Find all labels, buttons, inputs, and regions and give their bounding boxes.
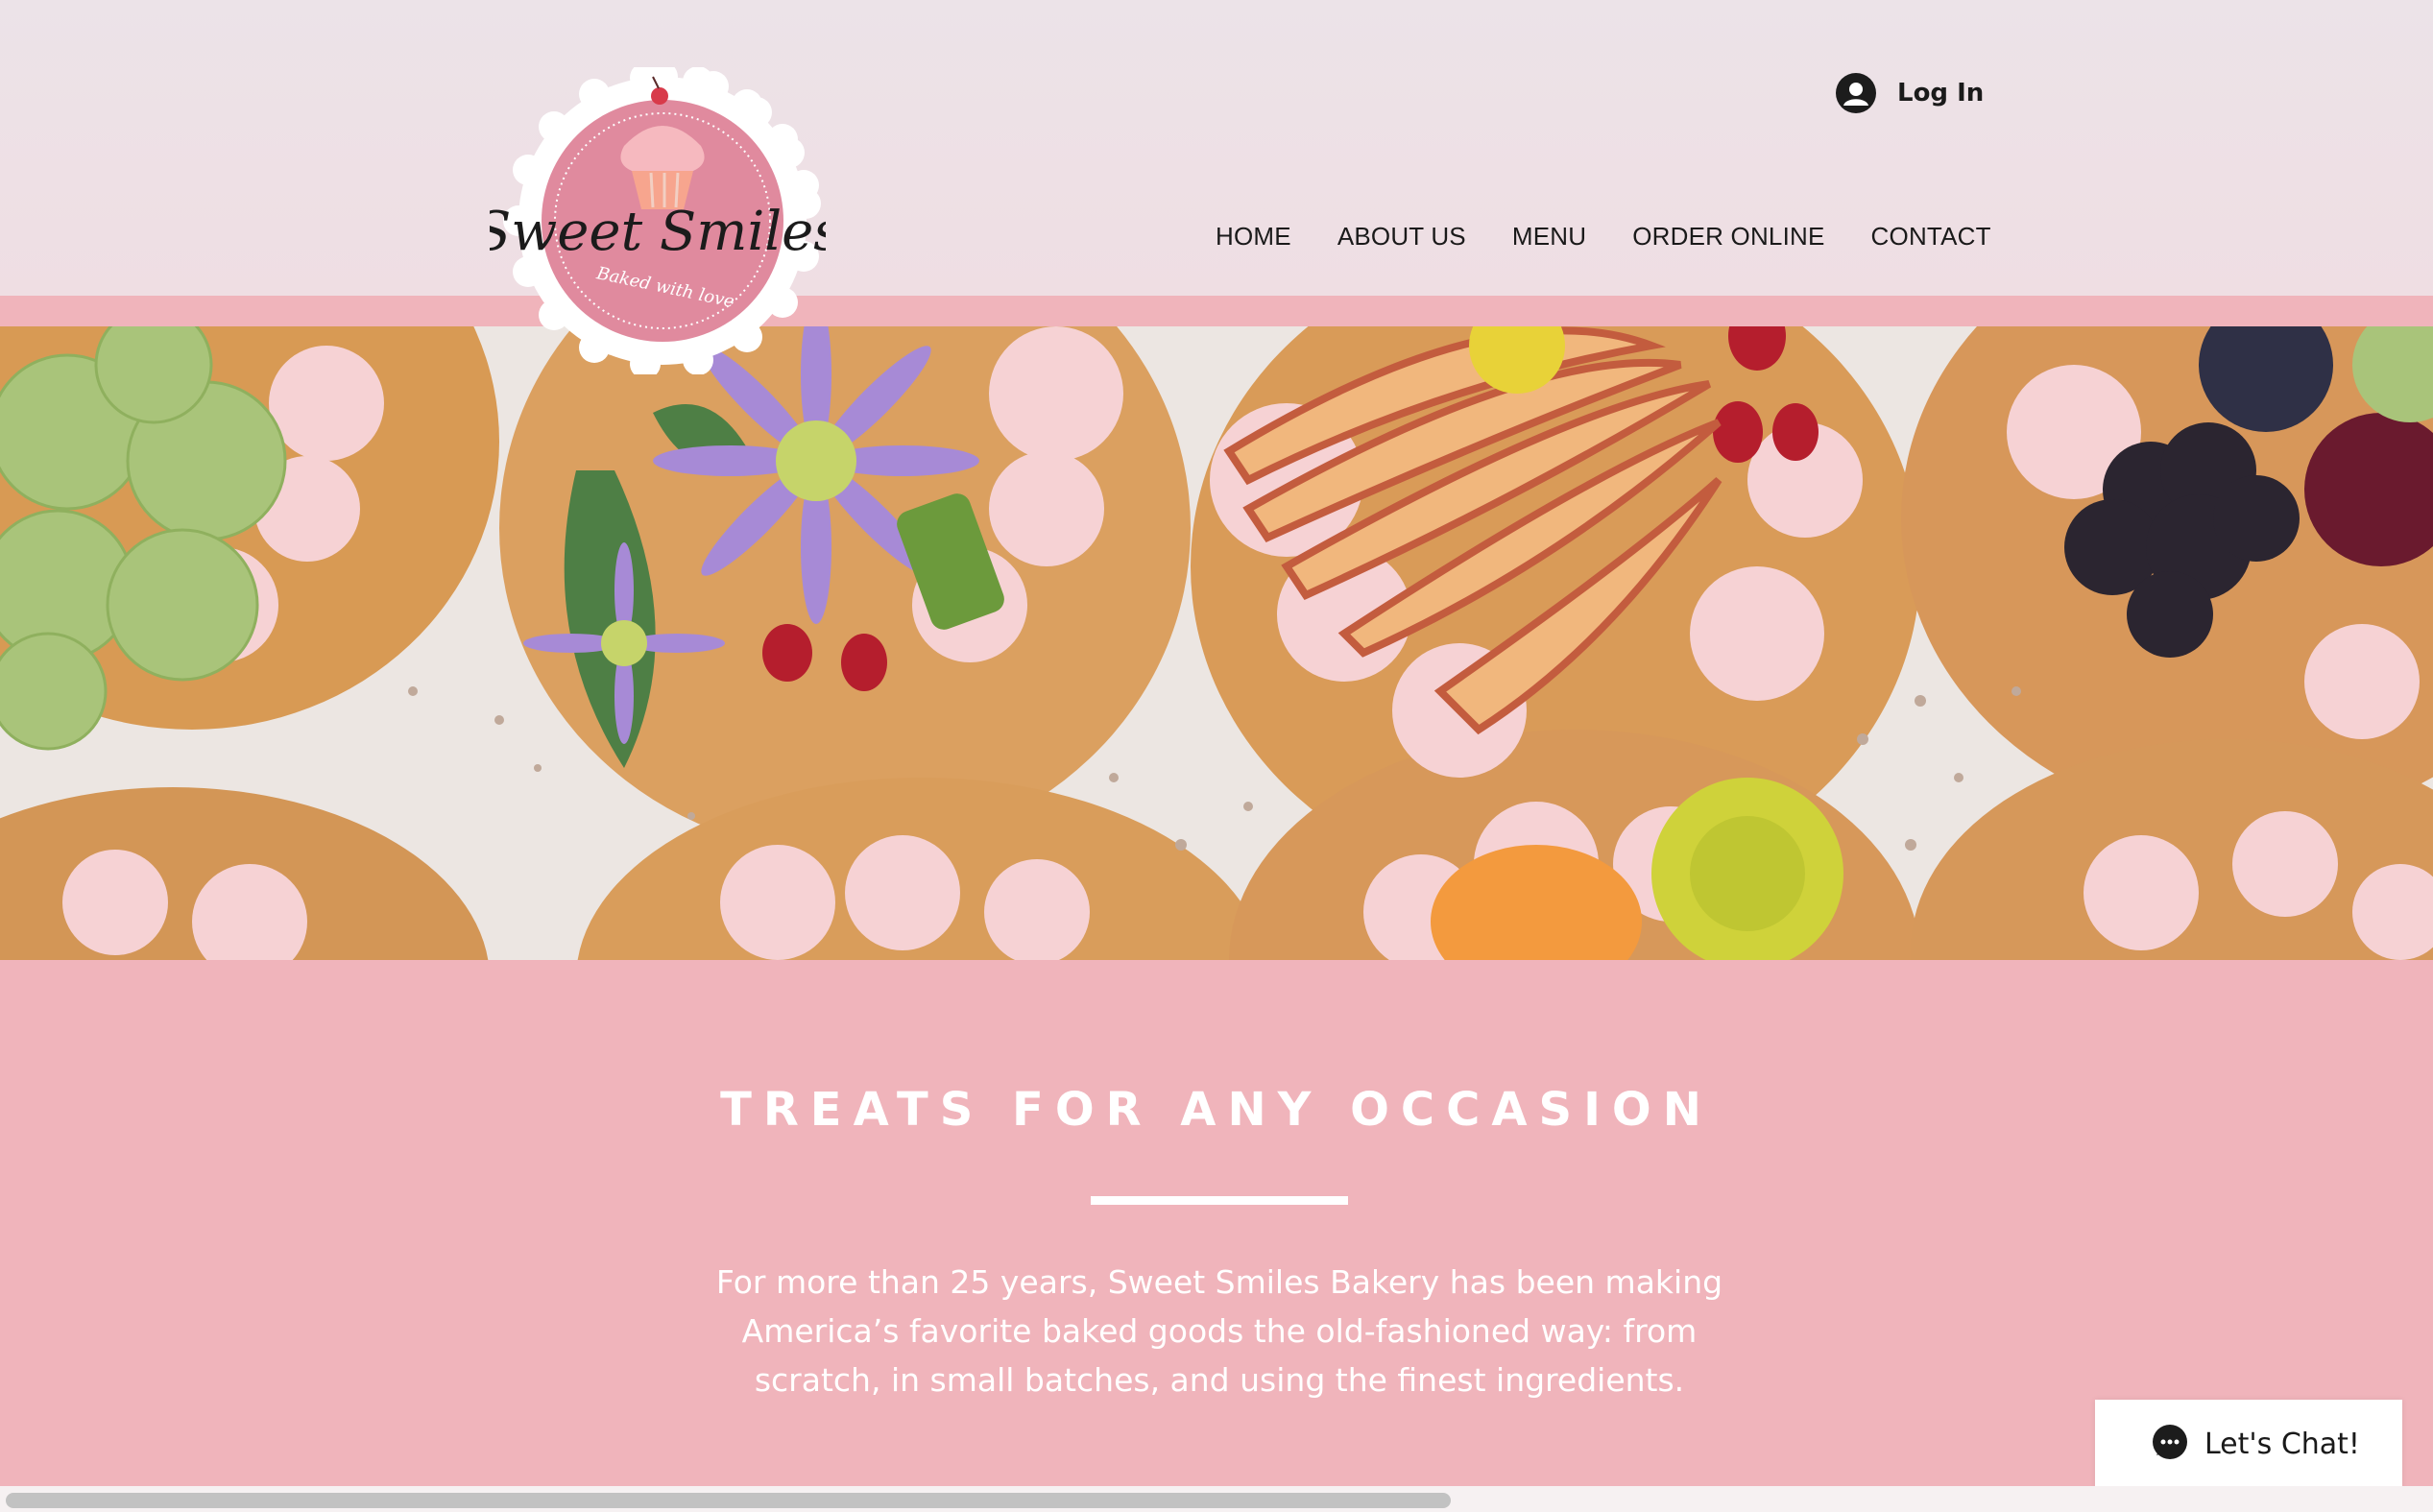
section-body: For more than 25 years, Sweet Smiles Bak… <box>715 1263 1723 1399</box>
occasion-section: TREATS FOR ANY OCCASION For more than 25… <box>0 960 2433 1486</box>
login-button[interactable]: Log In <box>1836 70 1984 116</box>
nav-item-menu[interactable]: MENU <box>1512 222 1586 252</box>
nav-item-contact[interactable]: CONTACT <box>1871 222 1991 252</box>
header-divider-strip <box>0 296 2433 326</box>
cupcakes-photo-illustration <box>0 326 2433 960</box>
chat-widget-button[interactable]: Let's Chat! <box>2095 1400 2402 1488</box>
hero-image <box>0 326 2433 960</box>
section-title: TREATS FOR ANY OCCASION <box>720 1083 1713 1137</box>
site-header: Log In HOME ABOUT US MENU ORDER ONLINE C… <box>0 0 2433 296</box>
nav-item-order-online[interactable]: ORDER ONLINE <box>1632 222 1824 252</box>
chat-label: Let's Chat! <box>2204 1427 2360 1461</box>
logo-wordmark: Sweet Smiles <box>490 201 826 263</box>
login-label: Log In <box>1897 79 1985 108</box>
user-avatar-icon <box>1836 73 1876 113</box>
main-nav: HOME ABOUT US MENU ORDER ONLINE CONTACT <box>1216 219 1991 253</box>
nav-item-home[interactable]: HOME <box>1216 222 1291 252</box>
section-divider <box>1091 1196 1348 1205</box>
chat-bubble-icon <box>2151 1423 2189 1466</box>
brand-logo[interactable]: Sweet Smiles Baked with love <box>474 61 841 379</box>
nav-item-about-us[interactable]: ABOUT US <box>1337 222 1466 252</box>
horizontal-scrollbar-thumb[interactable] <box>6 1493 1451 1508</box>
